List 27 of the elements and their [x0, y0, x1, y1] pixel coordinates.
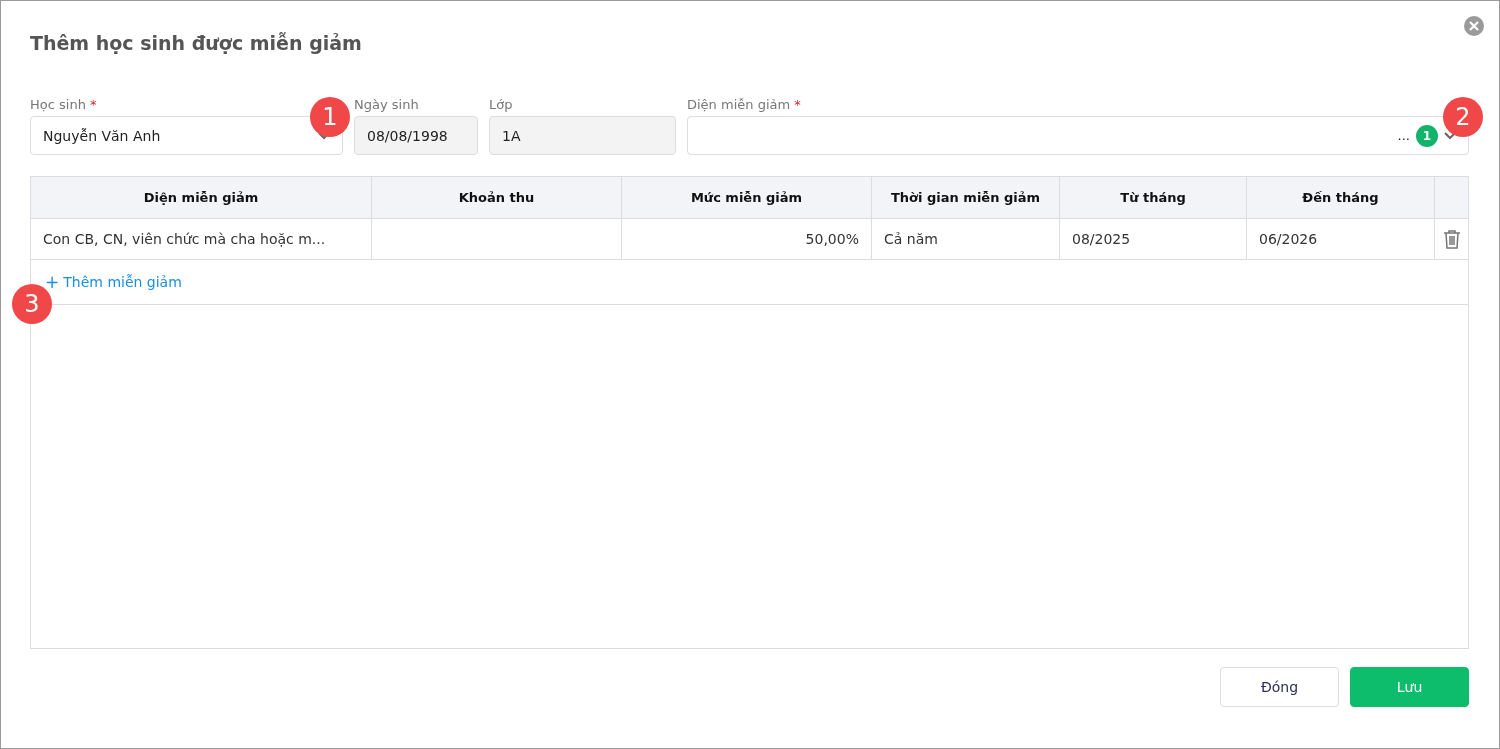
column-header: Khoản thu — [372, 177, 622, 218]
table-cell: 50,00% — [805, 231, 859, 247]
count-badge: 1 — [1416, 124, 1438, 147]
required-mark: * — [794, 97, 801, 112]
field-value: 08/08/1998 — [367, 127, 449, 144]
dialog-title: Thêm học sinh được miễn giảm — [30, 32, 363, 56]
field-label: Học sinh — [30, 97, 86, 112]
callout-tooltip: 3 — [12, 284, 52, 324]
field-label: Lớp — [489, 97, 513, 112]
required-mark: * — [90, 97, 97, 112]
column-header: Diện miễn giảm — [31, 177, 372, 218]
field-label: Ngày sinh — [354, 97, 419, 112]
field-label: Diện miễn giảm — [687, 97, 791, 112]
column-header: Thời gian miễn giảm — [872, 177, 1060, 218]
field-value: 1A — [502, 127, 522, 144]
table-cell: Cả năm — [884, 231, 938, 247]
close-button[interactable]: Đóng — [1220, 667, 1339, 707]
column-header: Từ tháng — [1060, 177, 1247, 218]
callout-tooltip: 2 — [1443, 97, 1483, 137]
field-value: ... — [1396, 128, 1410, 143]
table-cell: Con CB, CN, viên chức mà cha hoặc m... — [43, 231, 326, 247]
column-header: Đến tháng — [1247, 177, 1435, 218]
column-header: Mức miễn giảm — [622, 177, 872, 218]
table-cell: 08/2025 — [1072, 231, 1131, 247]
table-cell: 06/2026 — [1259, 231, 1318, 247]
callout-tooltip: 1 — [310, 97, 350, 137]
field-value: Nguyễn Văn Anh — [43, 127, 162, 144]
